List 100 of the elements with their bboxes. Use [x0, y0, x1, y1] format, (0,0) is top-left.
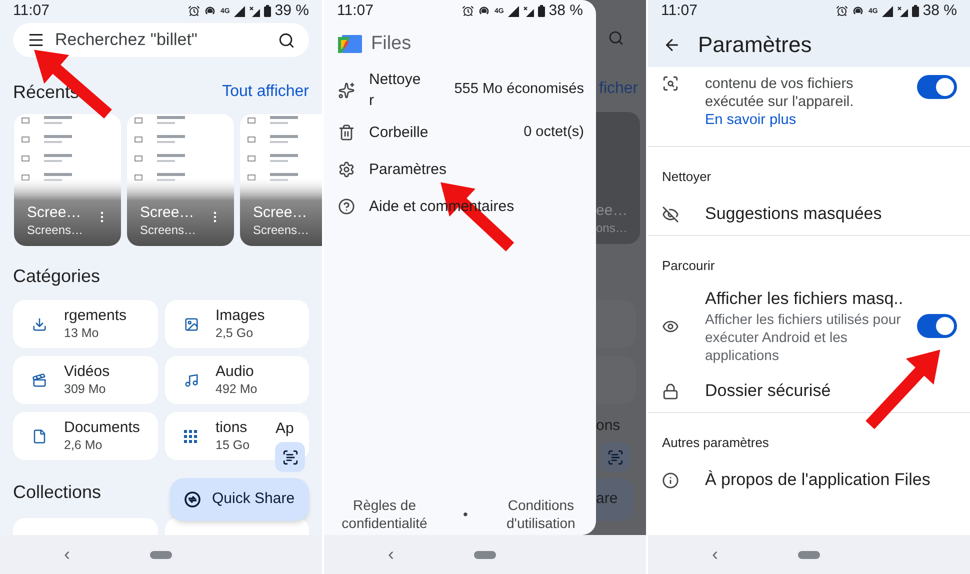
category-name: ons	[596, 416, 620, 436]
files-logo-icon	[338, 35, 362, 53]
alarm-icon	[462, 5, 474, 17]
drawer-item-label: Paramètres	[369, 160, 447, 180]
category-name: Vidéos	[64, 362, 110, 381]
search-icon[interactable]	[278, 32, 295, 48]
category-size: 13 Mo	[64, 325, 100, 342]
toggle-switch[interactable]	[917, 75, 957, 99]
battery-level: 39 %	[274, 0, 309, 21]
category-card[interactable]: rgements 13 Mo	[13, 300, 158, 348]
battery-level: 38 %	[548, 0, 583, 21]
category-name: Audio	[216, 362, 255, 381]
back-button[interactable]: ‹	[64, 541, 70, 568]
category-size: 492 Mo	[216, 381, 258, 398]
menu-icon[interactable]	[27, 31, 45, 49]
status-time: 11:07	[337, 0, 374, 21]
category-card[interactable]: Documents 2,6 Mo	[13, 412, 158, 460]
video-icon	[32, 372, 47, 388]
grid-icon	[184, 430, 196, 442]
lock-icon	[662, 382, 679, 400]
back-button[interactable]: ‹	[712, 541, 718, 568]
settings-title: Suggestions masquées	[705, 203, 883, 225]
file-name: Scree…	[253, 204, 308, 222]
alarm-icon	[188, 5, 200, 17]
learn-more-link[interactable]: En savoir plus	[705, 112, 796, 128]
file-subtitle: Screens…	[253, 222, 310, 238]
drawer-item-label: Corbeille	[369, 123, 428, 143]
search-bar[interactable]: Recherchez "billet"	[13, 23, 309, 57]
toggle-switch[interactable]	[917, 314, 957, 338]
battery-icon	[264, 5, 271, 17]
settings-description: Afficher les fichiers utilisés pour exécuter Android et les applications	[705, 310, 902, 364]
home-handle[interactable]	[150, 550, 172, 558]
hotspot-icon	[478, 5, 490, 17]
signal-off-icon	[896, 6, 908, 16]
signal-off-icon	[248, 6, 260, 16]
separator-dot: •	[462, 505, 468, 523]
file-name: Scree…	[140, 204, 196, 222]
trash-icon	[338, 124, 355, 141]
category-size: 2,5 Go	[216, 325, 254, 342]
category-name: tions	[216, 418, 248, 437]
scan-icon	[282, 448, 298, 466]
category-name: Images	[216, 306, 265, 325]
document-icon	[32, 428, 47, 444]
hotspot-icon	[852, 5, 864, 17]
drawer-item-label: Nettoyer	[369, 70, 422, 111]
info-icon	[662, 472, 679, 488]
help-icon	[338, 198, 355, 215]
sparkle-icon	[338, 82, 355, 98]
settings-description: contenu de vos fichiers exécutée sur l'appareil. En savoir plus	[705, 75, 855, 129]
drawer-item[interactable]: Nettoyer 555 Mo économisés	[324, 66, 596, 114]
search-icon	[662, 75, 679, 92]
status-time: 11:07	[13, 0, 50, 21]
signal-icon	[234, 6, 245, 16]
settings-title: À propos de l'application Files	[705, 469, 932, 491]
view-all-link[interactable]: Tout afficher	[222, 80, 309, 104]
settings-row[interactable]: Suggestions masquées	[648, 193, 970, 235]
settings-row[interactable]: Afficher les fichiers masq.. Afficher les fichiers utilisés pour exécuter Android et les applications	[648, 282, 970, 370]
file-name: ee…	[596, 202, 629, 220]
section-title: Collections	[13, 480, 102, 504]
category-name: Ap	[276, 419, 294, 439]
signal-icon	[508, 6, 519, 16]
music-icon	[184, 372, 198, 388]
terms-link[interactable]: Conditions d'utilisation	[486, 496, 596, 532]
image-icon	[184, 316, 198, 332]
file-subtitle: Screens…	[140, 222, 196, 238]
category-card	[596, 356, 636, 404]
quick-share-button[interactable]: Quick Share	[170, 478, 309, 521]
settings-title: Afficher les fichiers masq..	[705, 288, 904, 310]
settings-row[interactable]: contenu de vos fichiers exécutée sur l'appareil. En savoir plus	[648, 67, 970, 146]
home-handle[interactable]	[474, 550, 496, 558]
signal-icon	[882, 6, 893, 16]
section-title: Catégories	[13, 264, 100, 288]
category-card[interactable]: tions 15 Go Ap	[164, 412, 309, 460]
signal-off-icon	[522, 6, 534, 16]
search-field[interactable]: Recherchez "billet"	[55, 27, 268, 53]
battery-level: 38 %	[922, 0, 957, 21]
battery-icon	[538, 5, 545, 17]
category-card[interactable]: Images 2,5 Go	[164, 300, 309, 348]
settings-row[interactable]: À propos de l'application Files	[648, 459, 970, 501]
category-card[interactable]: Audio 492 Mo	[164, 356, 309, 404]
settings-row[interactable]: Dossier sécurisé	[648, 370, 970, 412]
back-button[interactable]: ‹	[388, 541, 394, 568]
drawer-item[interactable]: Corbeille 0 octet(s)	[324, 114, 596, 151]
category-size: 2,6 Mo	[64, 437, 104, 454]
home-handle[interactable]	[798, 550, 820, 558]
scan-button[interactable]	[275, 442, 305, 472]
drawer-item-detail: 555 Mo économisés	[454, 80, 584, 100]
category-size: 15 Go	[216, 437, 250, 454]
hotspot-icon	[204, 5, 216, 17]
search-icon	[608, 30, 624, 46]
category-card[interactable]: Vidéos 309 Mo	[13, 356, 158, 404]
category-name: Documents	[64, 418, 140, 437]
battery-icon	[912, 5, 919, 17]
settings-title: Dossier sécurisé	[705, 380, 832, 402]
drawer-item[interactable]: Paramètres	[324, 151, 596, 188]
file-subtitle: Screens…	[27, 222, 84, 238]
page-title: Paramètres	[698, 31, 812, 59]
download-icon	[32, 316, 47, 332]
settings-icon	[338, 161, 355, 178]
privacy-link[interactable]: Règles de confidentialité	[324, 496, 445, 532]
